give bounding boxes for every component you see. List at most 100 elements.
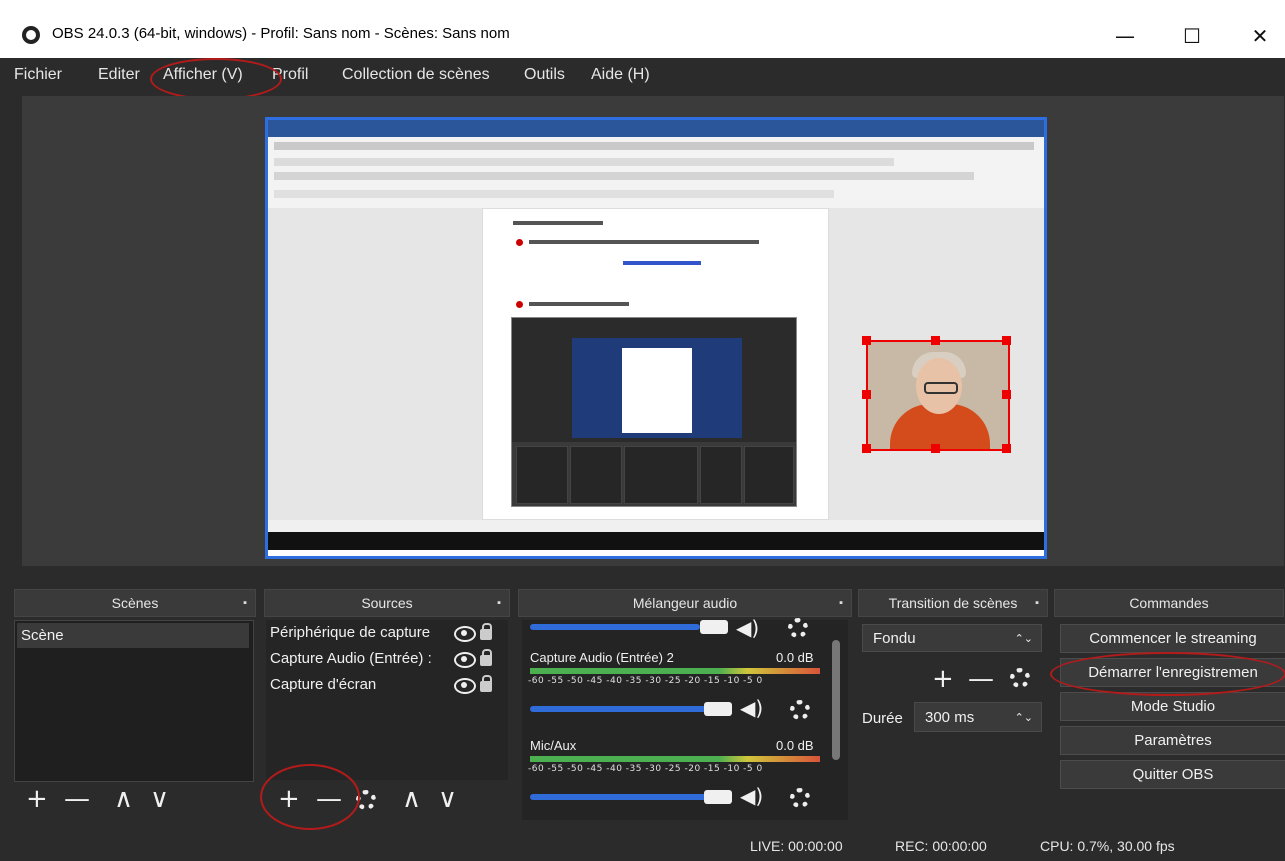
audio-settings-gear-icon[interactable] [790, 700, 810, 720]
menu-collection-scenes[interactable]: Collection de scènes [342, 66, 490, 84]
lock-icon[interactable] [480, 675, 492, 692]
inner-panel [516, 446, 568, 504]
duration-spinbox[interactable]: 300 ms ⌃⌄ [914, 702, 1042, 732]
sources-dock-header: Sources ▪ [264, 589, 510, 617]
channel-level-mic: 0.0 dB [776, 738, 814, 753]
volume-slider-knob[interactable] [704, 702, 732, 716]
move-scene-up-button[interactable]: ∧ [114, 786, 133, 812]
visibility-eye-icon[interactable] [454, 652, 476, 668]
resize-handle-n[interactable] [931, 336, 940, 345]
inner-preview [572, 338, 742, 438]
float-icon[interactable]: ▪ [1035, 590, 1039, 616]
scene-item[interactable]: Scène [17, 623, 249, 648]
source-name: Capture d'écran [270, 676, 377, 693]
inner-panel [744, 446, 794, 504]
lock-icon[interactable] [480, 649, 492, 666]
audio-settings-gear-icon[interactable] [788, 618, 808, 638]
inner-doc [622, 348, 692, 433]
doc-line [529, 302, 629, 306]
scenes-list[interactable]: Scène [14, 620, 254, 782]
sources-list[interactable]: Périphérique de capture Capture Audio (E… [266, 620, 508, 780]
volume-slider-knob[interactable] [700, 620, 728, 634]
move-scene-down-button[interactable]: ∨ [150, 786, 169, 812]
controls-dock-header: Commandes [1054, 589, 1284, 617]
float-icon[interactable]: ▪ [497, 590, 501, 616]
source-row-audio-input[interactable]: Capture Audio (Entrée) : [270, 649, 506, 674]
source-row-screen-capture[interactable]: Capture d'écran [270, 675, 506, 700]
window-titlebar: OBS 24.0.3 (64-bit, windows) - Profil: S… [0, 0, 1285, 59]
visibility-eye-icon[interactable] [454, 626, 476, 642]
inner-panel [700, 446, 742, 504]
scenes-dock-title: Scènes [111, 595, 159, 611]
ribbon-groups [274, 190, 834, 198]
resize-handle-e[interactable] [1002, 390, 1011, 399]
obs-inner-screenshot [511, 317, 797, 507]
meter-ticks: -60 -55 -50 -45 -40 -35 -30 -25 -20 -15 … [528, 764, 763, 774]
menu-fichier[interactable]: Fichier [14, 66, 62, 84]
volume-slider-mic[interactable] [530, 794, 710, 800]
mixer-panel: ◀) Capture Audio (Entrée) 2 0.0 dB -60 -… [522, 616, 848, 820]
remove-transition-button[interactable]: — [968, 666, 994, 692]
transition-settings-gear-icon[interactable] [1010, 668, 1030, 688]
float-icon[interactable]: ▪ [243, 590, 247, 616]
menu-outils[interactable]: Outils [524, 66, 565, 84]
mixer-scrollbar[interactable] [832, 640, 840, 760]
resize-handle-ne[interactable] [1002, 336, 1011, 345]
settings-button[interactable]: Paramètres [1060, 726, 1285, 755]
annotation-circle-add-source [260, 764, 360, 830]
meter-ticks: -60 -55 -50 -45 -40 -35 -30 -25 -20 -15 … [528, 676, 763, 686]
lock-icon[interactable] [480, 623, 492, 640]
remove-scene-button[interactable]: — [64, 786, 90, 812]
menu-editer[interactable]: Editer [98, 66, 140, 84]
volume-slider-top[interactable] [530, 624, 700, 630]
visibility-eye-icon[interactable] [454, 678, 476, 694]
word-title-strip [268, 120, 1044, 137]
source-row-capture-device[interactable]: Périphérique de capture [270, 623, 506, 648]
close-button[interactable]: ✕ [1240, 18, 1280, 54]
speaker-icon[interactable]: ◀) [740, 696, 763, 720]
speaker-icon[interactable]: ◀) [740, 784, 763, 808]
studio-mode-button[interactable]: Mode Studio [1060, 692, 1285, 721]
person-glasses [924, 382, 958, 394]
resize-handle-se[interactable] [1002, 444, 1011, 453]
inner-dock [512, 442, 796, 506]
doc-link [623, 261, 701, 265]
transition-selected: Fondu [873, 630, 916, 647]
minimize-button[interactable]: — [1105, 18, 1145, 54]
speaker-icon[interactable]: ◀) [736, 616, 759, 640]
screen-capture-preview [265, 117, 1047, 559]
transition-select[interactable]: Fondu ⌃⌄ [862, 624, 1042, 652]
status-live: LIVE: 00:00:00 [750, 838, 843, 854]
source-name: Capture Audio (Entrée) : [270, 650, 432, 667]
doc-line [513, 221, 603, 225]
resize-handle-nw[interactable] [862, 336, 871, 345]
menu-aide[interactable]: Aide (H) [591, 66, 650, 84]
add-scene-button[interactable]: + [26, 786, 48, 812]
window-title: OBS 24.0.3 (64-bit, windows) - Profil: S… [52, 25, 510, 42]
combo-arrows-icon: ⌃⌄ [1014, 633, 1033, 645]
ribbon-tools [274, 158, 894, 166]
channel-name-mic: Mic/Aux [530, 738, 577, 753]
level-meter [530, 756, 820, 762]
add-transition-button[interactable]: + [932, 666, 954, 692]
status-rec: REC: 00:00:00 [895, 838, 987, 854]
spin-arrows-icon[interactable]: ⌃⌄ [1015, 703, 1033, 733]
maximize-button[interactable]: ☐ [1172, 18, 1212, 54]
word-statusbar [268, 520, 1044, 532]
channel-name-audio-input: Capture Audio (Entrée) 2 [530, 650, 674, 665]
volume-slider-audio-input[interactable] [530, 706, 710, 712]
float-icon[interactable]: ▪ [839, 590, 843, 616]
start-streaming-button[interactable]: Commencer le streaming [1060, 624, 1285, 653]
resize-handle-s[interactable] [931, 444, 940, 453]
annotation-circle-record [1050, 652, 1285, 696]
mixer-dock-title: Mélangeur audio [632, 595, 738, 611]
move-source-up-button[interactable]: ∧ [402, 786, 421, 812]
webcam-source[interactable] [866, 340, 1010, 451]
move-source-down-button[interactable]: ∨ [438, 786, 457, 812]
volume-slider-knob[interactable] [704, 790, 732, 804]
audio-settings-gear-icon[interactable] [790, 788, 810, 808]
resize-handle-sw[interactable] [862, 444, 871, 453]
exit-button[interactable]: Quitter OBS [1060, 760, 1285, 789]
resize-handle-w[interactable] [862, 390, 871, 399]
status-cpu: CPU: 0.7%, 30.00 fps [1040, 838, 1175, 854]
